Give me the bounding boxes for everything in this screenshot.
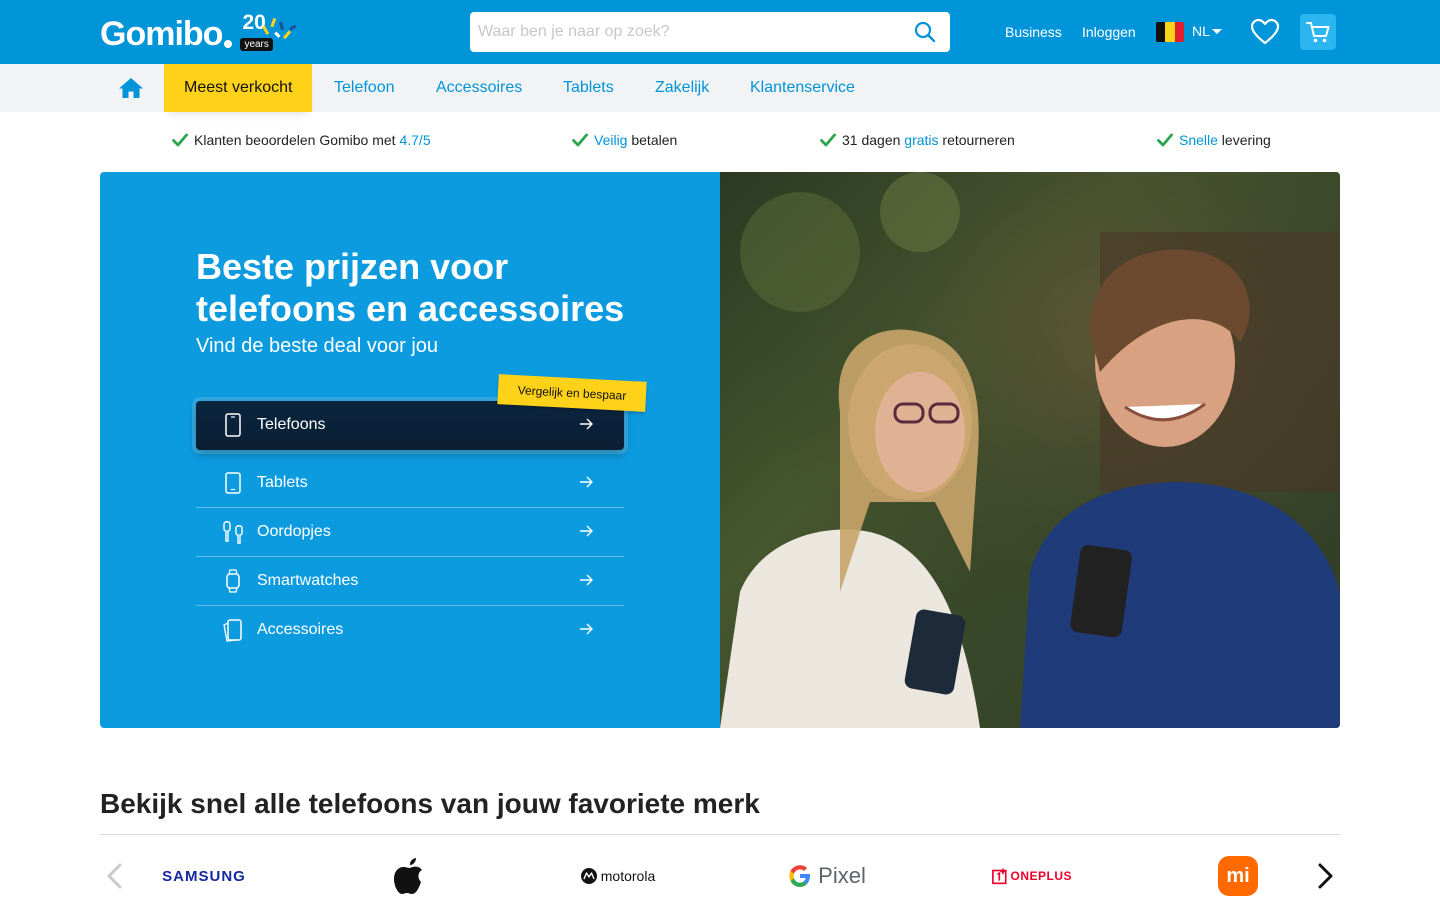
confetti-icon [262, 17, 297, 40]
secure-payment-link[interactable]: Veilig [594, 132, 627, 148]
check-icon [572, 133, 588, 147]
main-navigation: Meest verkocht Telefoon Accessoires Tabl… [0, 64, 1440, 112]
logo-dot [224, 40, 233, 48]
chevron-down-icon[interactable] [1212, 29, 1222, 34]
tab-zakelijk[interactable]: Zakelijk [655, 64, 709, 112]
belgium-flag-icon[interactable] [1156, 22, 1184, 42]
people-with-phones-image [720, 172, 1340, 728]
brand-label: ONEPLUS [1010, 869, 1072, 883]
cart-icon [1306, 22, 1330, 43]
category-telefoons[interactable]: Telefoons [196, 401, 624, 450]
tab-telefoon[interactable]: Telefoon [334, 64, 395, 112]
chevron-left-icon[interactable] [104, 862, 126, 890]
brands-title: Bekijk snel alle telefoons van jouw favo… [100, 788, 760, 819]
arrow-right-icon [580, 525, 593, 537]
category-label: Tablets [257, 474, 308, 491]
category-tablets[interactable]: Tablets [196, 459, 624, 508]
earbuds-icon [223, 521, 243, 544]
gomibo-logo[interactable]: Gomibo 20 years [100, 10, 276, 54]
usp-text: 31 dagen gratis retourneren [842, 132, 1015, 148]
smartwatch-icon [226, 569, 240, 593]
usp-text: Snelle levering [1179, 132, 1271, 148]
phone-case-icon [223, 619, 242, 642]
brand-samsung[interactable]: SAMSUNG [162, 856, 246, 896]
hero-title: Beste prijzen voor telefoons en accessoi… [196, 246, 625, 329]
tab-accessoires[interactable]: Accessoires [436, 64, 522, 112]
top-header: Gomibo 20 years Business Inloggen NL [0, 0, 1440, 64]
cart-button[interactable] [1300, 14, 1336, 50]
category-label: Accessoires [257, 621, 344, 638]
check-icon [820, 133, 836, 147]
divider [100, 834, 1340, 835]
tab-klantenservice[interactable]: Klantenservice [750, 64, 855, 112]
usp-text-pre: 31 dagen [842, 132, 905, 148]
usp-text-post: retourneren [938, 132, 1015, 148]
home-icon[interactable] [118, 76, 144, 100]
arrow-right-icon [580, 476, 593, 488]
brand-label: mi [1226, 864, 1250, 887]
brand-apple[interactable] [390, 856, 430, 896]
category-oordopjes[interactable]: Oordopjes [196, 508, 624, 557]
brand-oneplus[interactable]: ONEPLUS [992, 856, 1072, 896]
hero-banner: Beste prijzen voor telefoons en accessoi… [100, 172, 1340, 728]
xiaomi-logo-icon: mi [1218, 856, 1258, 896]
arrow-right-icon [580, 418, 593, 430]
usp-text-post: levering [1217, 132, 1271, 148]
tablet-icon [225, 472, 241, 494]
tab-meest-verkocht[interactable]: Meest verkocht [164, 64, 313, 112]
oneplus-logo-icon [992, 868, 1007, 885]
free-returns-link[interactable]: gratis [904, 132, 938, 148]
brand-xiaomi[interactable]: mi [1218, 856, 1258, 896]
login-link[interactable]: Inloggen [1082, 23, 1136, 41]
arrow-right-icon [580, 574, 593, 586]
usp-rating: Klanten beoordelen Gomibo met 4.7/5 [172, 132, 431, 148]
motorola-logo-icon [580, 868, 597, 884]
check-icon [172, 133, 188, 147]
google-g-icon [789, 865, 811, 887]
hero-subtitle: Vind de beste deal voor jou [196, 335, 439, 357]
usp-text-pre: Klanten beoordelen Gomibo met [194, 132, 400, 148]
category-accessoires[interactable]: Accessoires [196, 606, 624, 655]
hero-panel: Beste prijzen voor telefoons en accessoi… [100, 172, 720, 728]
tab-tablets[interactable]: Tablets [563, 64, 614, 112]
usp-returns: 31 dagen gratis retourneren [820, 132, 1015, 148]
phone-icon [225, 413, 241, 437]
category-label: Telefoons [257, 416, 326, 433]
rating-link[interactable]: 4.7/5 [399, 132, 430, 148]
search-icon[interactable] [914, 21, 936, 43]
usp-text-post: betalen [627, 132, 678, 148]
category-smartwatches[interactable]: Smartwatches [196, 557, 624, 606]
usp-text: Klanten beoordelen Gomibo met 4.7/5 [194, 132, 431, 148]
hero-photo [720, 172, 1340, 728]
search-input[interactable] [470, 12, 900, 52]
usp-delivery: Snelle levering [1157, 132, 1271, 148]
fast-delivery-link[interactable]: Snelle [1179, 132, 1218, 148]
language-selector[interactable]: NL [1192, 23, 1210, 39]
brand-pixel[interactable]: Pixel [786, 856, 866, 896]
brand-motorola[interactable]: motorola [578, 856, 658, 896]
usp-payment: Veilig betalen [572, 132, 677, 148]
logo-wordmark: Gomibo [100, 15, 223, 53]
brand-label: Pixel [818, 863, 866, 888]
brand-label: SAMSUNG [162, 867, 246, 885]
chevron-right-icon[interactable] [1314, 862, 1336, 890]
arrow-right-icon [580, 623, 593, 635]
search-bar [470, 12, 950, 52]
check-icon [1157, 133, 1173, 147]
usp-text: Veilig betalen [594, 132, 677, 148]
heart-icon[interactable] [1250, 18, 1280, 46]
category-label: Oordopjes [257, 523, 331, 540]
brand-label: motorola [600, 868, 656, 884]
apple-logo-icon [394, 858, 422, 894]
business-link[interactable]: Business [1005, 23, 1062, 41]
category-label: Smartwatches [257, 572, 359, 589]
